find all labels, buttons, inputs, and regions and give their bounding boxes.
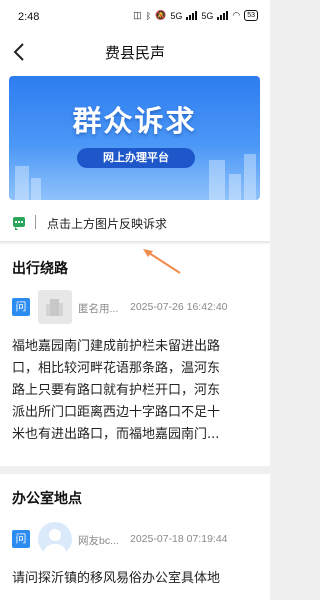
post-body: 请问探沂镇的移风易俗办公室具体地 [12,568,260,590]
signal-icon [186,11,198,20]
banner-building [209,160,225,200]
nav-bar: 费县民声 [0,34,270,70]
status-time: 2:48 [18,11,40,23]
post-card[interactable]: 办公室地点 问 网友bc... 2025-07-18 07:19:44 请问探沂… [0,474,270,600]
annotation-arrow-icon [143,249,181,274]
banner-image[interactable]: 群众诉求 网上办理平台 [9,76,260,200]
post-author: 网友bc... [78,535,119,547]
post-datetime: 2025-07-26 16:42:40 [130,301,228,313]
banner-building [229,174,241,200]
post-line: 口，相比较河畔花语那条路，温河东 [12,361,221,376]
post-title: 办公室地点 [12,491,82,507]
avatar [38,290,72,324]
post-line: 福地嘉园南门建成前护栏未留进出路 [12,339,221,354]
post-body: 福地嘉园南门建成前护栏未留进出路 口，相比较河畔花语那条路，温河东 路上只要有路… [12,336,260,446]
battery-icon: 53 [244,10,258,21]
post-line: 路上只要有路口就有护栏开口，河东 [12,383,221,398]
question-tag: 问 [12,530,30,548]
status-icons: ◫ ᛒ 🔕 5G 5G ◠ 53 [133,10,258,21]
banner-subtitle: 网上办理平台 [77,148,195,168]
building-placeholder-icon [46,299,63,316]
status-bar: 2:48 ◫ ᛒ 🔕 5G 5G ◠ 53 [0,0,270,34]
network-label-2: 5G [201,10,214,21]
post-datetime: 2025-07-18 07:19:44 [130,533,228,545]
signal-icon-2 [217,11,229,20]
post-line: 米也有进出路口，而福地嘉园南门... [12,427,220,442]
post-line: 派出所门口距离西边十字路口不足十 [12,405,221,420]
page-title: 费县民声 [104,44,165,62]
avatar [38,522,72,556]
network-label-1: 5G [170,10,183,21]
post-line: 请问探沂镇的移风易俗办公室具体地 [12,571,221,586]
wifi-icon: ◠ [232,10,241,20]
post-title: 出行绕路 [12,261,68,277]
tip-row[interactable]: 点击上方图片反映诉求 [0,202,270,242]
bluetooth-icon: ᛒ [145,10,152,21]
question-tag: 问 [12,298,30,316]
post-meta: 匿名用... 2025-07-26 16:42:40 [78,301,228,316]
banner-title: 群众诉求 [72,104,197,138]
banner-building [15,166,29,200]
banner-section: 群众诉求 网上办理平台 [0,70,270,202]
banner-building [244,154,256,200]
message-icon [13,217,25,230]
mute-icon: 🔕 [155,10,167,20]
nfc-icon: ◫ [133,10,142,20]
post-author: 匿名用... [78,303,119,315]
user-avatar-icon [44,529,66,556]
tip-text: 点击上方图片反映诉求 [47,217,168,231]
post-meta: 网友bc... 2025-07-18 07:19:44 [78,533,228,548]
post-card[interactable]: 出行绕路 问 匿名用... 2025-07-26 16:42:40 福地嘉园南门… [0,244,270,466]
divider [35,215,36,229]
banner-building [31,178,41,200]
